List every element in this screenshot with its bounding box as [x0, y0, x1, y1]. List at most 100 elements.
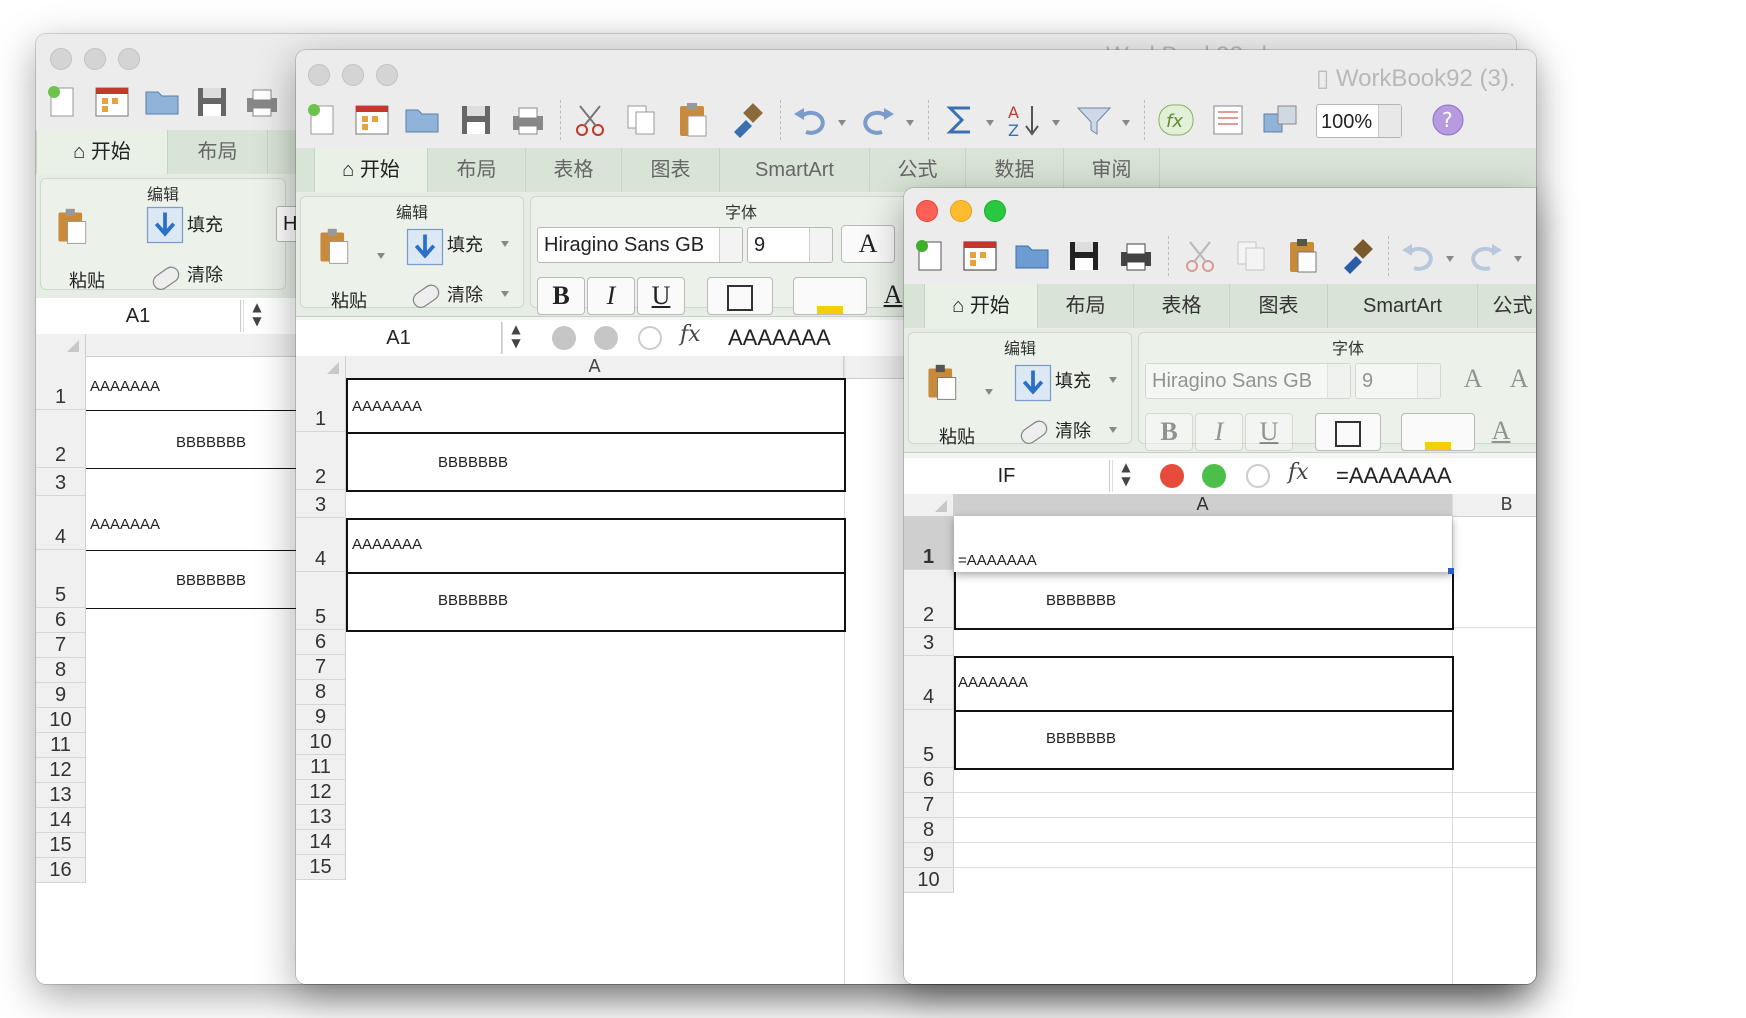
chevron-down-icon[interactable]: [1417, 364, 1440, 398]
middle-paste-label[interactable]: 粘贴: [331, 287, 367, 313]
fill-icon[interactable]: [405, 227, 444, 266]
back-minimize-button[interactable]: [84, 48, 106, 70]
front-paste-label[interactable]: 粘贴: [939, 423, 975, 449]
front-name-box-stepper[interactable]: ▲ ▼: [1112, 460, 1139, 492]
back-zoom-button[interactable]: [118, 48, 140, 70]
save-icon[interactable]: [456, 100, 496, 140]
front-fill-label[interactable]: 填充: [1055, 367, 1091, 393]
front-formula-input[interactable]: =AAAAAAA: [1336, 460, 1452, 492]
redo-dropdown[interactable]: [1514, 256, 1522, 262]
front-name-box[interactable]: IF: [904, 460, 1110, 492]
row-header[interactable]: 13: [296, 805, 346, 830]
middle-font-name-select[interactable]: Hiragino Sans GB: [537, 227, 743, 263]
middle-select-all[interactable]: [296, 356, 346, 378]
autosum-dropdown[interactable]: [986, 120, 994, 126]
middle-clear-label[interactable]: 清除: [447, 281, 483, 307]
print-icon[interactable]: [242, 82, 282, 122]
print-icon[interactable]: [1116, 236, 1156, 276]
front-tab-layout[interactable]: 布局: [1038, 284, 1134, 328]
zoom-select[interactable]: 100%: [1316, 104, 1402, 138]
middle-tab-data[interactable]: 数据: [966, 148, 1064, 192]
row-header[interactable]: 13: [36, 783, 86, 808]
eraser-icon[interactable]: [405, 277, 440, 309]
row-header[interactable]: 10: [904, 868, 954, 893]
row-header[interactable]: 4: [36, 496, 86, 550]
row-header[interactable]: 16: [36, 858, 86, 883]
chevron-down-icon[interactable]: [719, 228, 742, 262]
row-header[interactable]: 3: [36, 468, 86, 496]
selection-handle[interactable]: [1448, 568, 1454, 574]
cell-a5[interactable]: [346, 572, 846, 632]
row-header[interactable]: 5: [904, 710, 954, 768]
cell-a2[interactable]: [954, 568, 1454, 630]
middle-italic-button[interactable]: I: [587, 277, 635, 315]
redo-icon[interactable]: [1466, 236, 1506, 276]
middle-border-button[interactable]: [707, 277, 773, 315]
row-header[interactable]: 7: [904, 793, 954, 818]
front-font-name-select[interactable]: Hiragino Sans GB: [1145, 363, 1351, 399]
save-icon[interactable]: [1064, 236, 1104, 276]
row-header[interactable]: 3: [904, 628, 954, 656]
cancel-icon[interactable]: [1160, 464, 1184, 488]
front-tab-formulas[interactable]: 公式: [1478, 284, 1536, 328]
chevron-down-icon[interactable]: [1327, 364, 1350, 398]
gallery-icon[interactable]: [1208, 100, 1248, 140]
middle-grow-font-button[interactable]: A: [841, 225, 895, 263]
clear-dropdown[interactable]: [501, 291, 509, 297]
row-header[interactable]: 9: [904, 843, 954, 868]
row-header[interactable]: 6: [904, 768, 954, 793]
templates-icon[interactable]: [352, 100, 392, 140]
row-header[interactable]: 6: [36, 608, 86, 633]
templates-icon[interactable]: [960, 236, 1000, 276]
format-painter-icon[interactable]: [1336, 236, 1376, 276]
row-header[interactable]: 12: [296, 780, 346, 805]
back-close-button[interactable]: [50, 48, 72, 70]
confirm-icon[interactable]: [594, 326, 618, 350]
back-name-box-stepper[interactable]: ▲ ▼: [243, 300, 270, 332]
open-folder-icon[interactable]: [142, 82, 182, 122]
new-workbook-icon[interactable]: [910, 236, 950, 276]
filter-icon[interactable]: [1074, 100, 1114, 140]
front-font-size-select[interactable]: 9: [1355, 363, 1441, 399]
middle-name-box[interactable]: A1: [296, 322, 502, 354]
row-header[interactable]: 5: [36, 550, 86, 608]
sort-icon[interactable]: AZ: [1004, 100, 1044, 140]
cell-a2[interactable]: [346, 432, 846, 492]
open-folder-icon[interactable]: [1012, 236, 1052, 276]
middle-underline-button[interactable]: U: [637, 277, 685, 315]
middle-close-button[interactable]: [308, 64, 330, 86]
front-grow-font-button[interactable]: A: [1449, 361, 1497, 399]
new-workbook-icon[interactable]: [302, 100, 342, 140]
row-header[interactable]: 12: [36, 758, 86, 783]
confirm-icon[interactable]: [1202, 464, 1226, 488]
paste-icon[interactable]: [923, 363, 967, 411]
row-header[interactable]: 1: [296, 378, 346, 432]
row-header[interactable]: 7: [296, 655, 346, 680]
paste-dropdown[interactable]: [377, 253, 385, 259]
sort-dropdown[interactable]: [1052, 120, 1060, 126]
front-underline-button[interactable]: U: [1245, 413, 1293, 451]
redo-dropdown[interactable]: [906, 120, 914, 126]
function-wizard-icon[interactable]: [638, 326, 662, 350]
front-minimize-button[interactable]: [950, 200, 972, 222]
back-name-box[interactable]: A1: [36, 300, 241, 332]
undo-dropdown[interactable]: [838, 120, 846, 126]
front-italic-button[interactable]: I: [1195, 413, 1243, 451]
middle-tab-smartart[interactable]: SmartArt: [720, 148, 870, 192]
row-header[interactable]: 1: [36, 356, 86, 410]
row-header[interactable]: 2: [296, 432, 346, 490]
front-tab-tables[interactable]: 表格: [1134, 284, 1230, 328]
cell-a5[interactable]: [954, 710, 1454, 770]
paste-icon[interactable]: [315, 227, 359, 275]
eraser-icon[interactable]: [145, 259, 180, 291]
front-select-all[interactable]: [904, 494, 954, 516]
column-a-header[interactable]: A: [346, 356, 844, 378]
cell-a4[interactable]: [954, 656, 1454, 712]
row-header[interactable]: 4: [904, 656, 954, 710]
middle-bold-button[interactable]: B: [537, 277, 585, 315]
copy-icon[interactable]: [1232, 236, 1272, 276]
chevron-down-icon[interactable]: [809, 228, 832, 262]
fill-icon[interactable]: [145, 205, 184, 244]
row-header[interactable]: 11: [36, 733, 86, 758]
row-header[interactable]: 8: [904, 818, 954, 843]
